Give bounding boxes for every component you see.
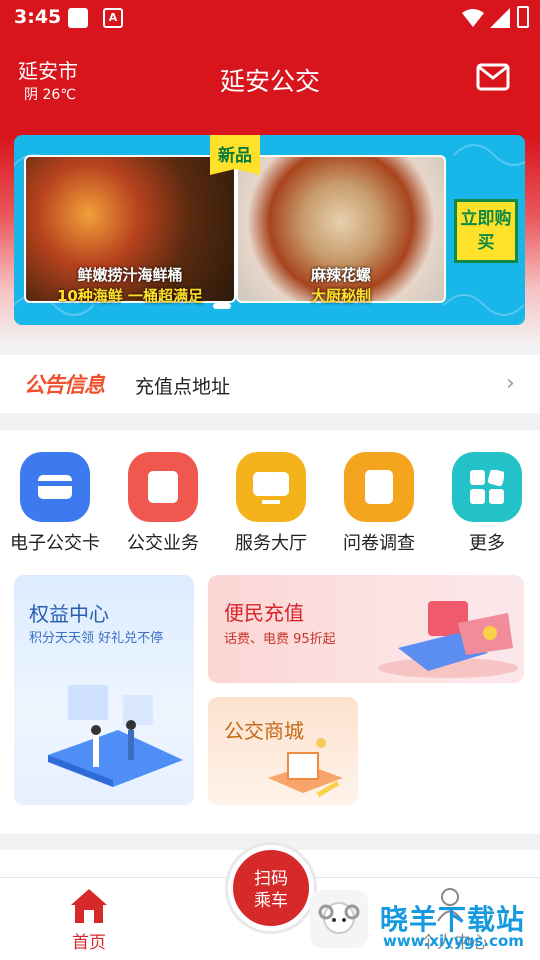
banner-item2-subtitle: 大厨秘制 [310,287,371,305]
page-title: 延安公交 [219,67,320,96]
nav-home-label[interactable]: 首页 [60,928,118,953]
service-hall-button[interactable] [236,452,306,522]
notification-card-icon [68,8,88,28]
carousel-indicator [213,303,231,309]
e-bus-card-button[interactable] [20,452,90,522]
grid-label-business: 公交业务 [127,533,199,554]
monitor-icon [253,472,289,496]
notification-a-icon: A [103,8,123,28]
bus-mall-card[interactable]: 公交商城 [208,697,358,805]
rights-center-subtitle: 积分天天领 好礼兑不停 [29,631,164,646]
recharge-title: 便民充值 [224,601,304,625]
home-icon[interactable] [70,888,108,924]
grid-label-service-hall: 服务大厅 [235,533,307,554]
banner-item1-subtitle: 10种海鲜 一桶超满足 [56,287,204,305]
rights-illustration [48,685,183,787]
watermark-sheep-logo [310,890,368,948]
more-button[interactable] [452,452,522,522]
sheep-icon [318,902,360,934]
recharge-illustration [378,601,518,678]
recharge-subtitle: 话费、电费 95折起 [224,632,336,647]
bus-business-button[interactable] [128,452,198,522]
signal-icon [490,8,510,28]
convenient-recharge-card[interactable]: 便民充值 话费、电费 95折起 [208,575,524,683]
scan-to-ride-button[interactable]: 扫码 乘车 [228,845,314,931]
notice-text: 充值点地址 [135,376,231,398]
rights-center-title: 权益中心 [29,602,109,626]
banner-item2-title: 麻辣花螺 [310,266,371,284]
scan-label-line2: 乘车 [254,891,288,911]
apps-icon [470,470,504,504]
survey-button[interactable] [344,452,414,522]
status-time: 3:45 [14,6,62,28]
banner-item2-caption: 麻辣花螺 大厨秘制 [236,265,446,307]
watermark-url: www.xiyygs.com [383,932,524,950]
grid-label-more: 更多 [469,533,505,554]
monitor-stand-shape [262,500,280,504]
new-product-tag: 新品 [210,135,260,175]
buy-now-button[interactable]: 立即购买 [454,199,518,263]
card-icon [38,475,72,499]
grid-label-e-card: 电子公交卡 [10,533,100,554]
rights-center-card[interactable]: 权益中心 积分天天领 好礼兑不停 [14,575,194,805]
battery-icon [517,6,529,28]
notice-bar[interactable]: 公告信息 充值点地址 › [0,355,540,413]
chevron-right-icon: › [506,371,515,396]
banner-item1-caption: 鲜嫩捞汁海鲜桶 10种海鲜 一桶超满足 [24,265,236,307]
grid-label-survey: 问卷调查 [343,533,415,554]
scan-label-line1: 扫码 [254,869,288,889]
clipboard-icon [365,470,393,504]
mall-illustration [268,738,343,798]
mail-icon[interactable] [476,63,510,91]
notice-tag: 公告信息 [24,373,105,397]
wifi-icon [462,9,484,27]
promo-banner[interactable]: 鲜嫩捞汁海鲜桶 10种海鲜 一桶超满足 麻辣花螺 大厨秘制 新品 立即购买 [14,135,525,325]
document-icon [148,471,178,503]
buy-now-label: 立即购买 [460,209,512,253]
banner-item1-title: 鲜嫩捞汁海鲜桶 [77,266,183,284]
